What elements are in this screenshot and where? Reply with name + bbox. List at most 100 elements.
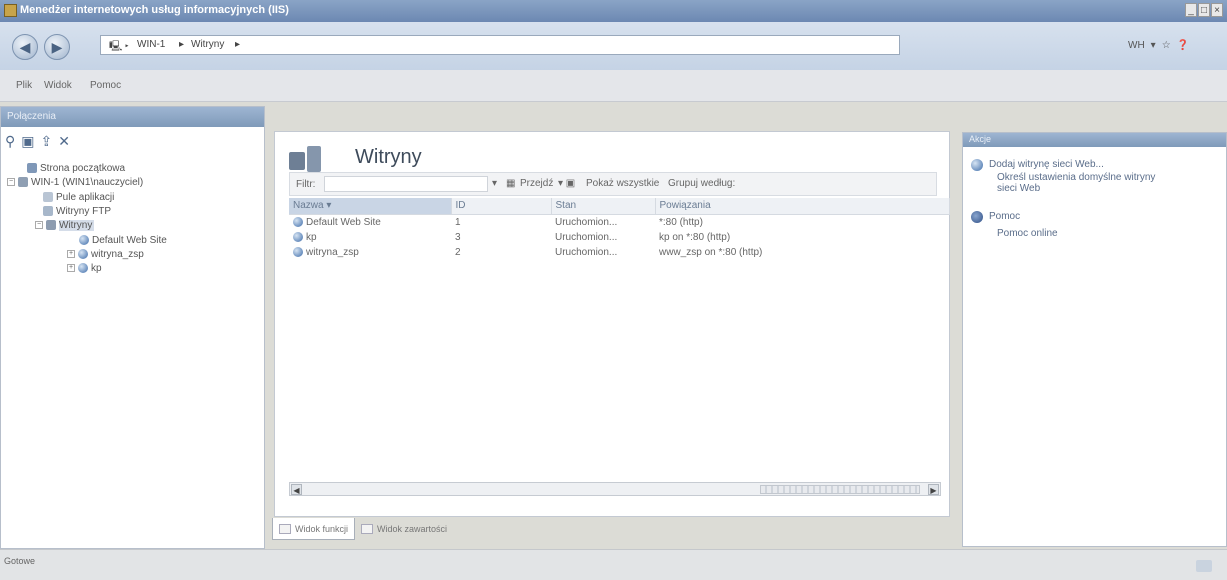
table-row[interactable]: Default Web Site 1 Uruchomion... *:80 (h… <box>289 214 949 230</box>
ftp-sites-icon <box>43 206 53 216</box>
connections-toolbar: ⚲ ▣ ⇪ ✕ <box>1 127 264 155</box>
globe-icon <box>971 159 983 171</box>
filter-bar: Filtr: ▾ ▦ Przejdź ▾ ▣ Pokaż wszystkie G… <box>289 172 937 196</box>
tree-label: WIN-1 (WIN1\nauczyciel) <box>31 176 144 188</box>
tree-item-witryna-zsp[interactable]: + witryna_zsp <box>67 247 144 261</box>
connections-panel: Połączenia ⚲ ▣ ⇪ ✕ Strona początkowa − W… <box>0 106 265 549</box>
globe-icon <box>78 263 88 273</box>
scroll-left-icon[interactable]: ◀ <box>291 484 302 495</box>
scroll-thumb[interactable] <box>760 485 920 494</box>
show-all-icon: ▾ ▣ <box>558 178 576 189</box>
maximize-button[interactable]: □ <box>1198 3 1210 17</box>
go-button[interactable]: Przejdź <box>520 178 553 189</box>
connect-icon[interactable]: ⚲ <box>5 133 15 150</box>
globe-icon <box>293 216 303 227</box>
tree-item-ftp-sites[interactable]: Witryny FTP <box>43 204 111 218</box>
collapse-icon[interactable]: − <box>35 221 43 229</box>
tree-item-default-web-site[interactable]: Default Web Site <box>79 233 167 247</box>
set-defaults-action[interactable]: Określ ustawienia domyślne witryny sieci… <box>997 172 1167 194</box>
horizontal-scrollbar[interactable]: ◀ ▶ <box>289 482 941 496</box>
tree-label: Default Web Site <box>92 234 167 246</box>
network-status-icon <box>1196 560 1212 572</box>
tab-label: Widok funkcji <box>295 523 349 534</box>
filter-label: Filtr: <box>296 179 316 190</box>
site-id: 2 <box>455 246 461 258</box>
window-title: Menedżer internetowych usług informacyjn… <box>20 4 289 16</box>
favorites-icon[interactable]: ☆ <box>1162 40 1171 51</box>
menu-file[interactable]: Plik <box>16 80 32 91</box>
globe-icon <box>293 246 303 257</box>
breadcrumb-sites[interactable]: Witryny <box>191 39 224 50</box>
tree-item-kp[interactable]: + kp <box>67 261 102 275</box>
online-help-action[interactable]: Pomoc online <box>997 228 1058 239</box>
back-button[interactable]: ◀ <box>12 34 38 60</box>
features-view-icon <box>279 523 291 534</box>
site-name: kp <box>306 231 317 243</box>
breadcrumb-server[interactable]: WIN-1 <box>137 39 165 50</box>
close-button[interactable]: × <box>1211 3 1223 17</box>
server-icon <box>18 177 28 187</box>
go-icon: ▦ <box>506 178 516 189</box>
tree-item-sites[interactable]: − Witryny <box>35 218 95 232</box>
tab-content-view[interactable]: Widok zawartości <box>355 518 453 540</box>
tree-label: Witryny <box>59 219 95 231</box>
help-icon[interactable]: ❓ <box>1177 40 1189 51</box>
site-id: 1 <box>455 216 461 228</box>
save-icon[interactable]: ▣ <box>21 133 34 150</box>
address-field[interactable]: 🖳 ▸ WIN-1 ▸ Witryny ▸ <box>100 35 900 55</box>
site-binding: www_zsp on *:80 (http) <box>659 246 763 258</box>
action-label: Określ ustawienia domyślne witryny sieci… <box>997 172 1156 194</box>
breadcrumb-separator-icon: ▸ <box>235 39 241 50</box>
view-tabs: Widok funkcji Widok zawartości <box>272 518 453 540</box>
tree-label: Pule aplikacji <box>56 191 115 203</box>
dropdown-icon[interactable]: ▾ <box>1151 40 1156 51</box>
column-header-name[interactable]: Nazwa ▾ <box>289 198 452 215</box>
table-row[interactable]: kp 3 Uruchomion... kp on *:80 (http) <box>289 230 949 245</box>
site-state: Uruchomion... <box>555 231 618 243</box>
add-website-action[interactable]: Dodaj witrynę sieci Web... <box>971 159 1104 171</box>
sites-folder-icon <box>46 220 56 230</box>
expand-icon[interactable]: + <box>67 264 75 272</box>
tree-label: Strona początkowa <box>40 162 126 174</box>
site-name: witryna_zsp <box>306 246 359 258</box>
column-header-bindings[interactable]: Powiązania <box>655 198 950 215</box>
globe-icon <box>78 249 88 259</box>
actions-header: Akcje <box>963 133 1226 147</box>
up-icon[interactable]: ⇪ <box>41 133 53 150</box>
action-label: Pomoc online <box>997 228 1058 239</box>
delete-connection-icon[interactable]: ✕ <box>58 133 70 150</box>
minimize-button[interactable]: _ <box>1185 3 1197 17</box>
forward-button[interactable]: ▶ <box>44 34 70 60</box>
content-view-icon <box>361 524 374 534</box>
site-state: Uruchomion... <box>555 246 618 258</box>
menu-view[interactable]: Widok <box>44 80 72 91</box>
group-by-button[interactable]: Grupuj według: <box>668 178 735 189</box>
tab-features-view[interactable]: Widok funkcji <box>272 518 356 540</box>
scroll-right-icon[interactable]: ▶ <box>928 484 939 495</box>
tree-label: witryna_zsp <box>91 248 144 260</box>
column-header-state[interactable]: Stan <box>551 198 656 215</box>
actions-panel: Akcje Dodaj witrynę sieci Web... Określ … <box>962 132 1227 547</box>
tree-item-start-page[interactable]: Strona początkowa <box>27 161 125 175</box>
menu-bar: Plik Widok Pomoc <box>0 70 1227 102</box>
globe-icon <box>293 231 303 242</box>
column-header-id[interactable]: ID <box>451 198 552 215</box>
mode-button[interactable]: WH <box>1128 40 1145 51</box>
site-name: Default Web Site <box>306 216 381 228</box>
filter-dropdown-icon[interactable]: ▾ <box>492 178 497 189</box>
menu-help[interactable]: Pomoc <box>90 80 121 91</box>
column-label: Nazwa <box>293 200 324 212</box>
start-page-icon <box>27 163 37 173</box>
tree-item-app-pools[interactable]: Pule aplikacji <box>43 190 114 204</box>
tree-item-server[interactable]: − WIN-1 (WIN1\nauczyciel) <box>7 175 143 189</box>
site-binding: *:80 (http) <box>659 216 703 228</box>
expand-icon[interactable]: + <box>67 250 75 258</box>
help-action[interactable]: Pomoc <box>971 211 1020 223</box>
filter-input[interactable] <box>324 176 488 192</box>
status-text: Gotowe <box>4 556 36 566</box>
collapse-icon[interactable]: − <box>7 178 15 186</box>
show-all-button[interactable]: Pokaż wszystkie <box>586 178 659 189</box>
table-row[interactable]: witryna_zsp 2 Uruchomion... www_zsp on *… <box>289 245 949 260</box>
sites-table: Nazwa ▾ ID Stan Powiązania Default Web S… <box>289 198 950 260</box>
help-icon <box>971 211 983 223</box>
